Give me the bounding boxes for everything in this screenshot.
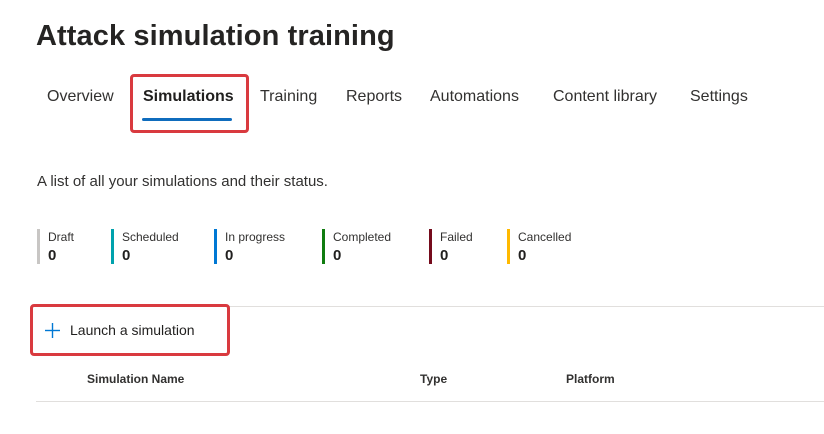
- attack-simulation-page: Attack simulation training Overview Simu…: [0, 0, 824, 434]
- tab-settings[interactable]: Settings: [690, 88, 748, 106]
- status-count: 0: [225, 247, 234, 264]
- annotation-highlight-tab: [130, 74, 249, 133]
- table-header-divider: [36, 401, 824, 402]
- status-label: Draft: [48, 230, 75, 244]
- status-bar: [37, 229, 40, 264]
- status-bar: [429, 229, 432, 264]
- page-title: Attack simulation training: [36, 20, 395, 52]
- status-count: 0: [48, 247, 57, 264]
- tab-automations[interactable]: Automations: [430, 88, 519, 106]
- column-header-type[interactable]: Type: [420, 372, 447, 386]
- status-bar: [111, 229, 114, 264]
- tab-reports[interactable]: Reports: [346, 88, 402, 106]
- status-count: 0: [122, 247, 131, 264]
- status-label: Completed: [333, 230, 392, 244]
- status-count: 0: [518, 247, 527, 264]
- annotation-highlight-launch: [30, 304, 230, 356]
- status-count: 0: [333, 247, 342, 264]
- tab-content-library[interactable]: Content library: [553, 88, 657, 106]
- status-bar: [507, 229, 510, 264]
- column-header-simulation-name[interactable]: Simulation Name: [87, 372, 184, 386]
- column-header-platform[interactable]: Platform: [566, 372, 615, 386]
- tab-overview[interactable]: Overview: [47, 88, 114, 106]
- status-label: Failed: [440, 230, 473, 244]
- status-bar: [322, 229, 325, 264]
- status-label: Cancelled: [518, 230, 572, 244]
- status-label: In progress: [225, 230, 286, 244]
- page-description: A list of all your simulations and their…: [37, 173, 328, 190]
- tab-training[interactable]: Training: [260, 88, 317, 106]
- status-label: Scheduled: [122, 230, 179, 244]
- status-bar: [214, 229, 217, 264]
- status-count: 0: [440, 247, 449, 264]
